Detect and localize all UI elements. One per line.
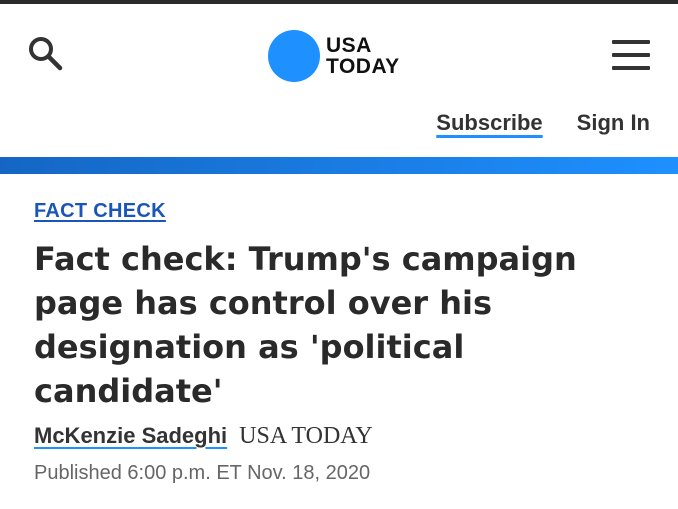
subscribe-link[interactable]: Subscribe — [436, 110, 542, 136]
menu-button[interactable] — [612, 38, 652, 72]
article-kicker-link[interactable]: FACT CHECK — [34, 200, 166, 223]
author-link[interactable]: McKenzie Sadeghi — [34, 423, 227, 449]
site-header: USA TODAY — [0, 4, 678, 100]
article-header: FACT CHECK Fact check: Trump's campaign … — [34, 200, 654, 485]
publication-name: USA TODAY — [239, 423, 373, 449]
published-timestamp: Published 6:00 p.m. ET Nov. 18, 2020 — [34, 462, 371, 484]
search-button[interactable] — [26, 34, 66, 74]
account-links: Subscribe Sign In — [436, 110, 650, 136]
site-logo[interactable]: USA TODAY — [268, 30, 400, 82]
sign-in-link[interactable]: Sign In — [577, 110, 650, 136]
logo-circle — [268, 30, 320, 82]
byline: McKenzie Sadeghi USA TODAY — [34, 423, 654, 450]
search-icon — [29, 37, 63, 71]
logo-wordmark: USA TODAY — [326, 35, 400, 77]
logo-line-1: USA — [326, 34, 372, 57]
brand-divider-bar — [0, 157, 678, 174]
logo-line-2: TODAY — [326, 55, 400, 78]
article-headline: Fact check: Trump's campaign page has co… — [34, 240, 577, 410]
